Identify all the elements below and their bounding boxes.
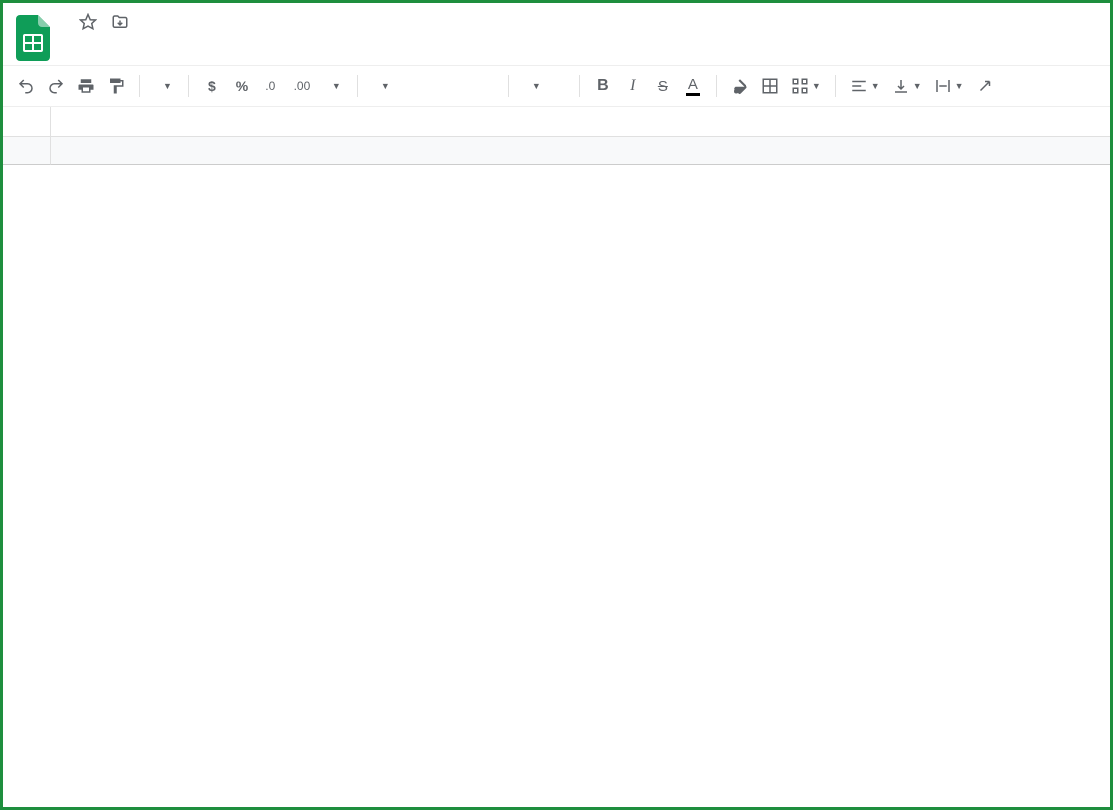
format-percent-button[interactable]: %: [229, 72, 255, 100]
formula-bar: [3, 107, 1110, 137]
sheets-logo[interactable]: [13, 11, 53, 65]
decrease-decimal-button[interactable]: .0: [259, 72, 285, 100]
formula-input[interactable]: [51, 107, 1110, 136]
menu-tools[interactable]: [195, 43, 215, 51]
select-all-corner[interactable]: [3, 137, 51, 165]
move-icon[interactable]: [111, 13, 129, 37]
text-color-button[interactable]: A: [680, 72, 706, 100]
italic-button[interactable]: I: [620, 72, 646, 100]
increase-decimal-button[interactable]: .00: [289, 72, 315, 100]
star-icon[interactable]: [79, 13, 97, 37]
font-family-dropdown[interactable]: ▼: [368, 81, 498, 91]
vertical-align-button[interactable]: ▼: [888, 72, 926, 100]
borders-button[interactable]: [757, 72, 783, 100]
fx-label: [3, 107, 51, 136]
title-bar: [3, 3, 1110, 65]
menu-insert[interactable]: [129, 43, 149, 51]
number-format-dropdown[interactable]: ▼: [319, 81, 347, 91]
font-size-dropdown[interactable]: ▼: [519, 81, 569, 91]
text-wrap-button[interactable]: ▼: [930, 72, 968, 100]
menu-view[interactable]: [107, 43, 127, 51]
zoom-dropdown[interactable]: ▼: [150, 81, 178, 91]
menu-format[interactable]: [151, 43, 171, 51]
fill-color-button[interactable]: [727, 72, 753, 100]
menu-addons[interactable]: [217, 43, 237, 51]
format-currency-button[interactable]: $: [199, 72, 225, 100]
paint-format-button[interactable]: [103, 72, 129, 100]
menu-help[interactable]: [239, 43, 259, 51]
bold-button[interactable]: B: [590, 72, 616, 100]
menu-file[interactable]: [63, 43, 83, 51]
strikethrough-button[interactable]: S: [650, 72, 676, 100]
menu-bar: [63, 43, 259, 57]
column-headers: [51, 137, 1110, 165]
text-rotation-button[interactable]: [972, 72, 998, 100]
print-button[interactable]: [73, 72, 99, 100]
horizontal-align-button[interactable]: ▼: [846, 72, 884, 100]
toolbar: ▼ $ % .0 .00 ▼ ▼ ▼ B I S A ▼ ▼ ▼ ▼: [3, 65, 1110, 107]
redo-button[interactable]: [43, 72, 69, 100]
menu-data[interactable]: [173, 43, 193, 51]
menu-edit[interactable]: [85, 43, 105, 51]
spreadsheet-grid: [3, 137, 1110, 165]
merge-cells-button[interactable]: ▼: [787, 72, 825, 100]
undo-button[interactable]: [13, 72, 39, 100]
